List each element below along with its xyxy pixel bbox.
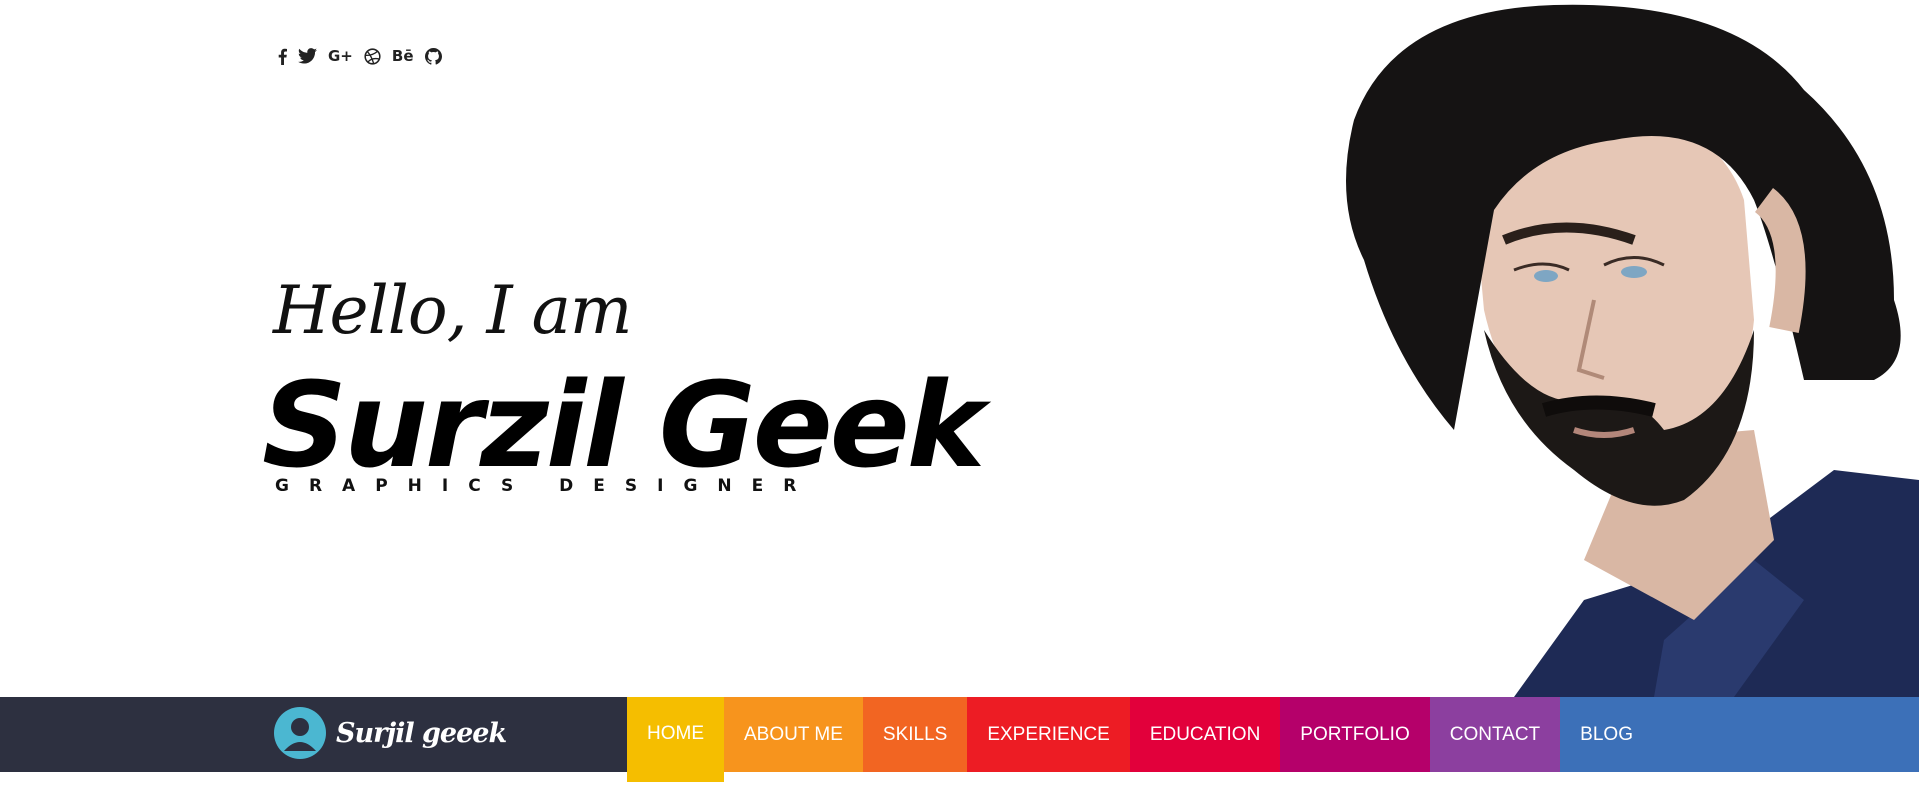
behance-icon[interactable]: Bē: [392, 45, 414, 67]
nav-menu: HOME ABOUT ME SKILLS EXPERIENCE EDUCATIO…: [627, 697, 1653, 782]
brand-name: Surjil geeek: [336, 717, 507, 749]
nav-item-about-me[interactable]: ABOUT ME: [724, 697, 863, 772]
brand[interactable]: Surjil geeek: [274, 707, 507, 759]
nav-item-experience[interactable]: EXPERIENCE: [967, 697, 1130, 772]
twitter-icon[interactable]: [298, 45, 317, 67]
nav-item-portfolio[interactable]: PORTFOLIO: [1280, 697, 1430, 772]
avatar: [274, 707, 326, 759]
portrait-image: [1334, 0, 1919, 697]
google-plus-icon[interactable]: G+: [328, 45, 353, 67]
main-navbar: Surjil geeek HOME ABOUT ME SKILLS EXPERI…: [0, 697, 1919, 782]
nav-item-home[interactable]: HOME: [627, 697, 724, 782]
facebook-icon[interactable]: [278, 45, 287, 67]
nav-item-contact[interactable]: CONTACT: [1429, 697, 1561, 772]
hero-greeting: Hello, I am: [273, 272, 633, 349]
hero-role: GRAPHICS DESIGNER: [275, 476, 817, 496]
github-icon[interactable]: [424, 45, 442, 67]
social-links: G+ Bē: [278, 45, 442, 67]
nav-item-education[interactable]: EDUCATION: [1129, 697, 1281, 772]
dribbble-icon[interactable]: [364, 45, 381, 67]
nav-item-skills[interactable]: SKILLS: [862, 697, 968, 772]
nav-item-blog[interactable]: BLOG: [1560, 697, 1653, 772]
